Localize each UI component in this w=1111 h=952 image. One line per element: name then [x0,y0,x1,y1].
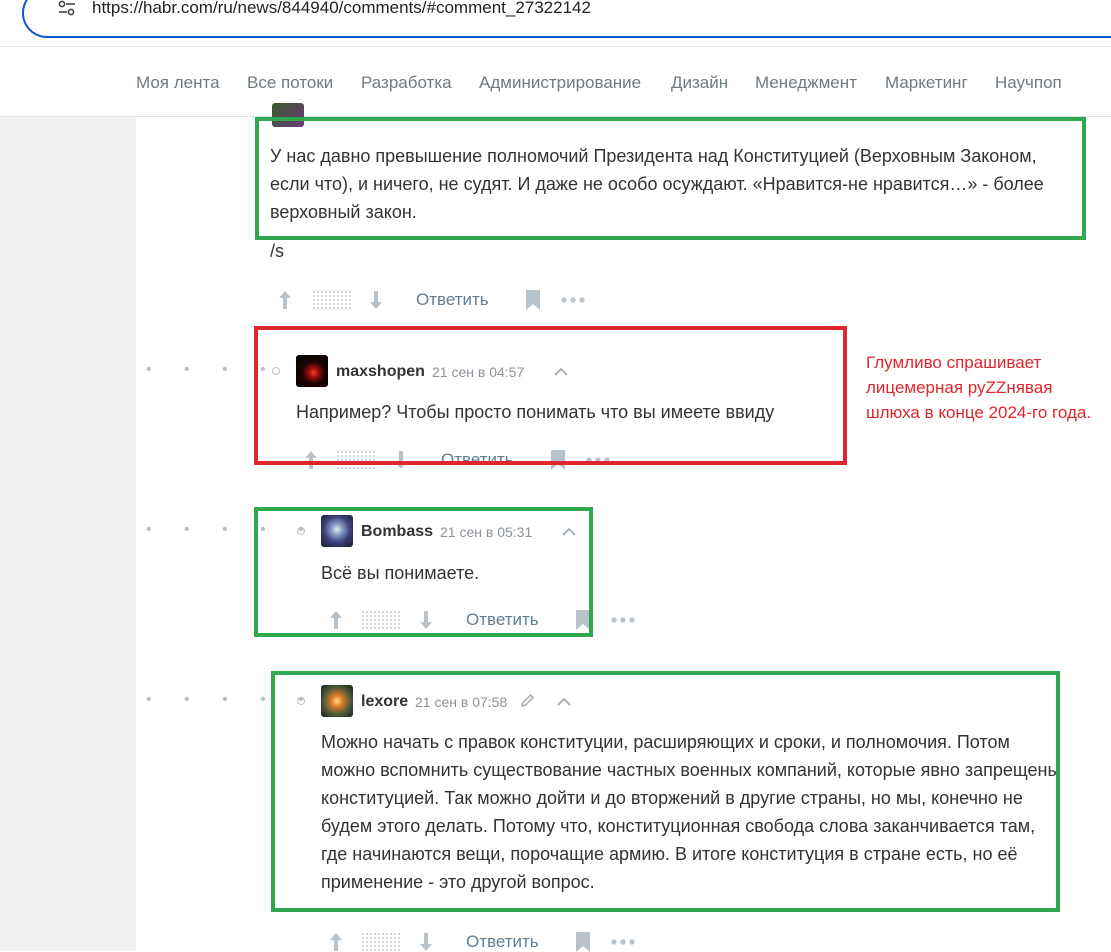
browser-toolbar: https://habr.com/ru/news/844940/comments… [0,0,1111,46]
comment-text: У нас давно превышение полномочий Презид… [270,146,1044,222]
highlight-box-green [254,507,593,637]
downvote-icon[interactable] [368,290,384,310]
highlight-box-green [271,671,1060,912]
url-text[interactable]: https://habr.com/ru/news/844940/comments… [92,0,591,18]
nav-item-design[interactable]: Дизайн [671,73,728,93]
more-icon[interactable] [611,617,635,623]
more-icon[interactable] [611,939,635,945]
nav-item-administration[interactable]: Администрирование [479,73,641,93]
downvote-icon[interactable] [418,932,434,952]
reply-button[interactable]: Ответить [416,290,489,310]
nav-item-marketing[interactable]: Маркетинг [885,73,968,93]
reply-button[interactable]: Ответить [466,932,539,952]
left-sidebar-gutter [0,117,136,951]
highlight-box-red [254,326,847,465]
site-nav: Моя лента Все потоки Разработка Админист… [0,46,1111,117]
more-icon[interactable] [561,297,585,303]
nav-item-management[interactable]: Менеджмент [755,73,857,93]
rating-score [312,290,352,310]
nav-item-popsci[interactable]: Научпоп [995,73,1062,93]
rating-score [361,932,401,952]
upvote-icon[interactable] [328,932,344,952]
annotation-note: Глумливо спрашивает лицемерная руZZнявая… [866,353,1092,422]
upvote-icon[interactable] [277,290,293,310]
nav-item-development[interactable]: Разработка [361,73,452,93]
nav-item-all-streams[interactable]: Все потоки [247,73,333,93]
bookmark-icon[interactable] [575,932,591,952]
comment-sarcasm-tag: /s [270,241,285,261]
nav-item-my-feed[interactable]: Моя лента [136,73,220,93]
tune-icon[interactable] [58,0,76,16]
address-bar[interactable]: https://habr.com/ru/news/844940/comments… [22,0,1111,38]
bookmark-icon[interactable] [525,290,541,310]
